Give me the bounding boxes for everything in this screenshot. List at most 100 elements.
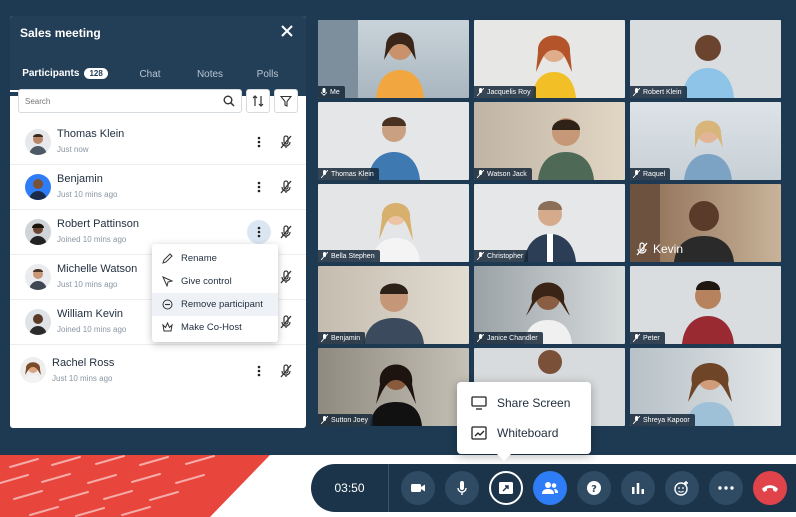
tile-label: Christopher <box>474 250 529 262</box>
more-options-button[interactable] <box>250 133 268 151</box>
mic-off-icon[interactable] <box>278 179 294 195</box>
participant-status: Just 10 mins ago <box>57 190 118 199</box>
menu-item-label: Give control <box>181 276 232 287</box>
menu-item-rename[interactable]: Rename <box>152 247 278 270</box>
participant-tile-name: Shreya Kapoor <box>643 416 690 424</box>
video-tile[interactable]: Kevin <box>630 184 781 262</box>
participant-tile-name: Jacquelis Roy <box>487 88 531 96</box>
menu-item-label: Rename <box>181 253 217 264</box>
mic-off-icon <box>321 170 328 178</box>
video-tile[interactable]: Benjamin <box>318 266 469 344</box>
video-tile[interactable]: Jacquelis Roy <box>474 20 625 98</box>
share-popover: Share Screen Whiteboard <box>457 382 591 461</box>
participant-status: Joined 10 mins ago <box>57 325 127 334</box>
search-row <box>18 89 298 113</box>
hang-up-icon <box>762 485 778 492</box>
avatar <box>25 219 51 245</box>
participants-panel: Sales meeting Participants 128 Chat Note… <box>10 16 306 428</box>
mic-off-icon[interactable] <box>278 363 294 379</box>
tab-notes[interactable]: Notes <box>180 56 240 92</box>
minus-circle-icon <box>162 299 173 310</box>
participant-tile-name: Bella Stephen <box>331 252 375 260</box>
mic-off-icon <box>321 416 328 424</box>
participants-button[interactable] <box>533 471 567 505</box>
video-tile[interactable]: Bella Stephen <box>318 184 469 262</box>
participant-row[interactable]: Thomas Klein Just now <box>10 120 306 165</box>
video-tile[interactable]: Watson Jack <box>474 102 625 180</box>
participant-name: Benjamin <box>57 173 103 185</box>
menu-item-make-cohost[interactable]: Make Co-Host <box>152 316 278 339</box>
avatar <box>25 174 51 200</box>
mic-off-icon[interactable] <box>278 269 294 285</box>
menu-item-label: Make Co-Host <box>181 322 242 333</box>
panel-title: Sales meeting <box>20 26 101 40</box>
tile-label: Thomas Klein <box>318 168 379 180</box>
video-tile[interactable]: Robert Klein <box>630 20 781 98</box>
video-tile[interactable]: Thomas Klein <box>318 102 469 180</box>
participant-tile-name: Kevin <box>653 242 684 256</box>
microphone-button[interactable] <box>445 471 479 505</box>
participant-count-badge: 128 <box>84 67 108 79</box>
share-screen-option[interactable]: Share Screen <box>457 388 591 418</box>
tile-label: Jacquelis Roy <box>474 86 536 98</box>
raise-hand-icon <box>674 481 688 496</box>
avatar <box>25 129 51 155</box>
participant-tile-name: Raquel <box>643 170 666 178</box>
mic-off-icon <box>636 242 648 256</box>
avatar <box>20 357 46 383</box>
pencil-icon <box>162 253 173 264</box>
video-tile[interactable]: Sutton Joey <box>318 348 469 426</box>
tile-label: Raquel <box>630 168 671 180</box>
reactions-button[interactable] <box>665 471 699 505</box>
camera-icon <box>411 484 425 492</box>
video-tile[interactable]: Me <box>318 20 469 98</box>
filter-button[interactable] <box>274 89 298 113</box>
video-tile[interactable]: Christopher <box>474 184 625 262</box>
menu-item-remove-participant[interactable]: Remove participant <box>152 293 278 316</box>
participant-name: Rachel Ross <box>52 357 115 369</box>
more-options-button[interactable] <box>247 220 271 244</box>
close-panel-button[interactable] <box>278 22 296 40</box>
tab-polls[interactable]: Polls <box>240 56 295 92</box>
end-call-button[interactable] <box>753 471 787 505</box>
participant-tile-name: Sutton Joey <box>331 416 368 424</box>
search-input[interactable] <box>25 96 223 106</box>
participant-row[interactable]: Benjamin Just 10 mins ago <box>10 165 306 210</box>
more-button[interactable] <box>709 471 743 505</box>
participant-name: Thomas Klein <box>57 128 125 140</box>
participant-row[interactable]: Rachel Ross Just 10 mins ago <box>10 345 306 397</box>
video-tile[interactable]: Peter <box>630 266 781 344</box>
participant-name: William Kevin <box>57 308 124 320</box>
tile-label: Bella Stephen <box>318 250 380 262</box>
share-button[interactable] <box>489 471 523 505</box>
share-option-label: Share Screen <box>497 396 571 410</box>
whiteboard-option[interactable]: Whiteboard <box>457 418 591 448</box>
mic-off-icon <box>477 252 484 260</box>
tab-chat[interactable]: Chat <box>120 56 180 92</box>
tab-label: Participants <box>22 67 80 79</box>
meeting-toolbar: 03:50 ? <box>311 464 796 512</box>
video-tile[interactable]: Janice Chandler <box>474 266 625 344</box>
mic-off-icon[interactable] <box>278 314 294 330</box>
participant-tile-name: Me <box>330 88 340 96</box>
mic-off-icon <box>321 252 328 260</box>
sort-button[interactable] <box>246 89 270 113</box>
qna-button[interactable]: ? <box>577 471 611 505</box>
mic-off-icon <box>633 334 640 342</box>
participant-tile-name: Peter <box>643 334 660 342</box>
panel-header: Sales meeting Participants 128 Chat Note… <box>10 16 306 96</box>
polls-button[interactable] <box>621 471 655 505</box>
more-options-button[interactable] <box>250 178 268 196</box>
tab-participants[interactable]: Participants 128 <box>10 56 120 92</box>
more-options-button[interactable] <box>250 362 268 380</box>
menu-item-give-control[interactable]: Give control <box>152 270 278 293</box>
tile-label: Me <box>318 86 345 98</box>
mic-off-icon <box>633 170 640 178</box>
kebab-icon <box>257 181 261 193</box>
mic-off-icon[interactable] <box>278 224 294 240</box>
camera-button[interactable] <box>401 471 435 505</box>
cursor-icon <box>162 276 173 287</box>
video-tile[interactable]: Raquel <box>630 102 781 180</box>
video-tile[interactable]: Shreya Kapoor <box>630 348 781 426</box>
mic-off-icon[interactable] <box>278 134 294 150</box>
